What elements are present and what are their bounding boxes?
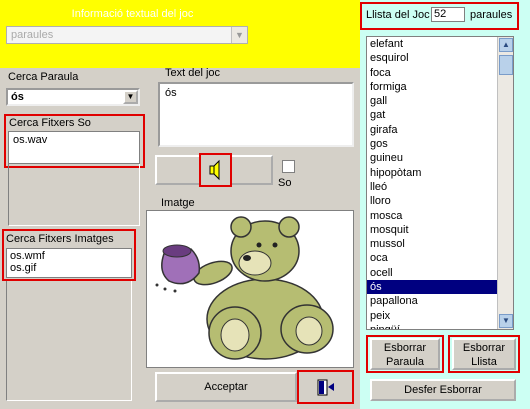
word-count-field: 52 <box>431 7 465 22</box>
word-list-item[interactable]: mussol <box>367 237 513 251</box>
word-list[interactable]: elefant esquirol foca formiga gall gat girafa g… <box>366 36 514 330</box>
game-text-area[interactable]: ós <box>158 82 354 147</box>
game-text-value: ós <box>165 87 177 99</box>
word-list-item[interactable]: guineu <box>367 151 513 165</box>
word-list-item[interactable]: formiga <box>367 80 513 94</box>
search-word-value: ós <box>11 91 24 103</box>
play-sound-button[interactable] <box>199 153 232 187</box>
chevron-down-icon[interactable]: ▼ <box>123 90 138 104</box>
sound-checkbox[interactable] <box>282 160 295 173</box>
sound-files-label: Cerca Fitxers So <box>9 117 91 129</box>
chevron-down-icon: ▼ <box>231 27 247 43</box>
search-word-combo[interactable]: ós ▼ <box>6 88 140 106</box>
word-list-item[interactable]: elefant <box>367 37 513 51</box>
header-title: Informació textual del joc <box>71 8 194 20</box>
word-list-item[interactable]: peix <box>367 309 513 323</box>
image-files-list[interactable]: os.wmf os.gif <box>6 248 132 278</box>
word-list-item[interactable]: esquirol <box>367 51 513 65</box>
exit-button[interactable] <box>297 370 354 404</box>
scroll-thumb[interactable] <box>499 55 513 75</box>
list-item[interactable]: os.wav <box>13 134 135 146</box>
scroll-down-icon[interactable]: ▼ <box>499 314 513 328</box>
word-list-label: Llista del Joc <box>366 9 430 21</box>
image-files-frame-lower <box>6 281 132 401</box>
word-list-item[interactable]: hipopòtam <box>367 166 513 180</box>
word-list-item[interactable]: pingüí <box>367 323 513 329</box>
word-list-item[interactable]: mosca <box>367 209 513 223</box>
word-list-item[interactable]: lleó <box>367 180 513 194</box>
sound-files-list[interactable]: os.wav <box>8 131 140 164</box>
delete-word-button[interactable]: Esborrar Paraula <box>370 338 440 370</box>
scroll-up-icon[interactable]: ▲ <box>499 38 513 52</box>
category-select[interactable]: paraules ▼ <box>6 26 248 44</box>
word-list-item[interactable]: mosquit <box>367 223 513 237</box>
category-select-value: paraules <box>11 29 54 41</box>
word-list-item[interactable]: foca <box>367 66 513 80</box>
word-list-item[interactable]: girafa <box>367 123 513 137</box>
word-list-item[interactable]: ocell <box>367 266 513 280</box>
accept-button[interactable]: Acceptar <box>155 372 297 402</box>
word-list-item[interactable]: gall <box>367 94 513 108</box>
word-list-item[interactable]: gat <box>367 108 513 122</box>
list-item[interactable]: os.gif <box>10 262 128 274</box>
delete-list-button[interactable]: Esborrar Llista <box>452 338 516 370</box>
game-text-label: Text del joc <box>165 67 221 79</box>
list-item[interactable]: os.wmf <box>10 250 128 262</box>
image-preview <box>146 210 354 368</box>
search-word-label: Cerca Paraula <box>8 71 79 83</box>
word-list-item[interactable]: lloro <box>367 194 513 208</box>
word-list-item[interactable]: ós <box>367 280 513 295</box>
word-list-item[interactable]: oca <box>367 251 513 265</box>
word-list-item[interactable]: gos <box>367 137 513 151</box>
word-list-item[interactable]: papallona <box>367 294 513 308</box>
exit-door-icon <box>317 379 334 396</box>
image-label: Imatge <box>161 197 195 209</box>
sound-checkbox-label: So <box>278 177 292 189</box>
bear-illustration <box>155 216 334 360</box>
speaker-icon <box>209 159 220 181</box>
sound-files-frame-lower <box>8 164 140 226</box>
word-list-scrollbar[interactable]: ▲ ▼ <box>497 37 513 329</box>
undo-delete-button[interactable]: Desfer Esborrar <box>370 379 516 401</box>
image-files-label: Cerca Fitxers Imatges <box>6 233 114 245</box>
word-count-unit: paraules <box>470 9 513 21</box>
